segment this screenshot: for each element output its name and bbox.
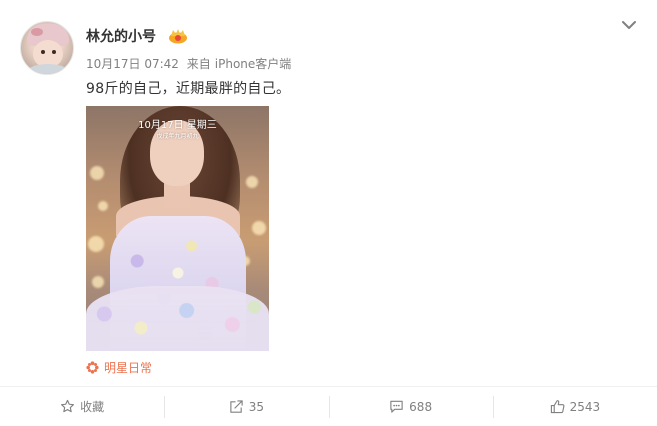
like-button[interactable]: 2543 — [492, 387, 657, 426]
bokeh-light — [252, 221, 266, 235]
bokeh-light — [92, 276, 104, 288]
favorite-button[interactable]: 收藏 — [0, 387, 164, 426]
bokeh-light — [88, 236, 104, 252]
topic-link[interactable]: 明星日常 — [86, 359, 152, 375]
favorite-label: 收藏 — [80, 400, 105, 414]
comment-count: 688 — [409, 399, 433, 414]
floral-skirt — [86, 286, 269, 351]
post-meta: 10月17日 07:42 来自 iPhone客户端 — [86, 55, 295, 72]
photo-overlay-lunar: 戊戌年九月初九 — [156, 133, 199, 140]
like-count: 2543 — [569, 399, 601, 414]
chevron-down-icon[interactable] — [620, 18, 638, 32]
repost-count: 35 — [248, 399, 265, 414]
avatar-body — [25, 64, 71, 74]
action-bar: 收藏 35 688 2543 — [0, 387, 657, 426]
avatar-eye — [41, 50, 45, 54]
post-text: 98斤的自己，近期最胖的自己。 — [86, 81, 291, 97]
avatar-bow — [31, 28, 43, 36]
source-link[interactable]: iPhone客户端 — [215, 57, 292, 71]
avatar-eye — [52, 50, 56, 54]
topic-label: 明星日常 — [104, 360, 153, 375]
post-photo[interactable]: 10月17日 星期三 戊戌年九月初九 — [86, 106, 269, 351]
bokeh-light — [246, 176, 258, 188]
repost-icon — [230, 400, 243, 413]
bokeh-light — [90, 166, 104, 180]
star-icon — [61, 399, 75, 413]
repost-button[interactable]: 35 — [164, 387, 328, 426]
source-prefix: 来自 — [186, 57, 211, 71]
thumbs-up-icon — [550, 400, 565, 414]
comment-icon — [390, 400, 403, 413]
post-date-link[interactable]: 10月17日 07:42 — [86, 57, 179, 71]
photo-overlay-date: 10月17日 星期三 — [138, 120, 217, 131]
username-link[interactable]: 林允的小号 — [86, 26, 156, 46]
topic-flower-icon — [86, 360, 99, 374]
avatar[interactable] — [20, 21, 74, 75]
weibo-post-card: 林允的小号 10月17日 07:42 来自 iPhone客户端 98斤的自己，近期… — [0, 0, 657, 426]
comment-button[interactable]: 688 — [328, 387, 493, 426]
vip-crown-icon[interactable] — [168, 27, 188, 44]
bokeh-light — [98, 201, 108, 211]
